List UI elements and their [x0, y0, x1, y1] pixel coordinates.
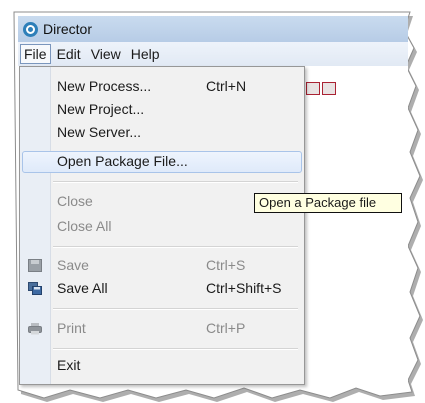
menu-item-shortcut: Ctrl+S: [206, 257, 246, 273]
menu-item-label: New Server...: [57, 124, 142, 140]
menu-item-exit[interactable]: Exit: [22, 355, 302, 377]
menu-item-label: Exit: [57, 357, 81, 373]
menu-item-print[interactable]: Print Ctrl+P: [22, 318, 302, 340]
menu-item-label: Save: [57, 257, 89, 273]
print-icon: [28, 323, 42, 335]
tooltip: Open a Package file: [254, 193, 402, 213]
menubar: File Edit View Help: [18, 42, 408, 66]
menu-item-close-all[interactable]: Close All: [22, 216, 302, 238]
menu-item-label: New Process...: [57, 78, 152, 94]
save-icon: [28, 259, 42, 272]
menu-item-shortcut: Ctrl+N: [206, 78, 247, 94]
workspace-area: [303, 66, 408, 383]
menu-edit[interactable]: Edit: [53, 44, 85, 64]
menu-separator: [53, 348, 298, 350]
menu-separator: [53, 181, 298, 183]
menu-item-label: Print: [57, 320, 86, 336]
file-menu-dropdown: New Process... Ctrl+N New Project... New…: [19, 66, 305, 385]
menu-view[interactable]: View: [87, 44, 125, 64]
menu-separator: [53, 308, 298, 310]
menu-item-label: Save All: [57, 280, 108, 296]
menu-item-new-process[interactable]: New Process... Ctrl+N: [22, 76, 302, 98]
menu-item-save-all[interactable]: Save All Ctrl+Shift+S: [22, 278, 302, 300]
menu-item-label: New Project...: [57, 101, 145, 117]
menu-item-shortcut: Ctrl+P: [206, 320, 246, 336]
director-app-icon: [23, 21, 38, 37]
menu-item-label: Close: [57, 193, 93, 209]
toolbar-icon-a[interactable]: [306, 82, 320, 95]
menu-item-save[interactable]: Save Ctrl+S: [22, 255, 302, 277]
menu-item-shortcut: Ctrl+Shift+S: [206, 280, 282, 296]
toolbar-icon-b[interactable]: [322, 82, 336, 95]
menu-help[interactable]: Help: [127, 44, 164, 64]
menu-file[interactable]: File: [20, 44, 51, 64]
save-all-icon: [28, 282, 42, 295]
menu-separator: [53, 246, 298, 248]
menu-item-new-server[interactable]: New Server...: [22, 122, 302, 144]
menu-item-open-package-file[interactable]: Open Package File...: [22, 151, 302, 173]
menu-item-label: Open Package File...: [57, 153, 188, 169]
menu-item-label: Close All: [57, 218, 112, 234]
window-title: Director: [43, 21, 93, 37]
menu-item-new-project[interactable]: New Project...: [22, 99, 302, 121]
window-titlebar[interactable]: Director: [18, 16, 408, 42]
